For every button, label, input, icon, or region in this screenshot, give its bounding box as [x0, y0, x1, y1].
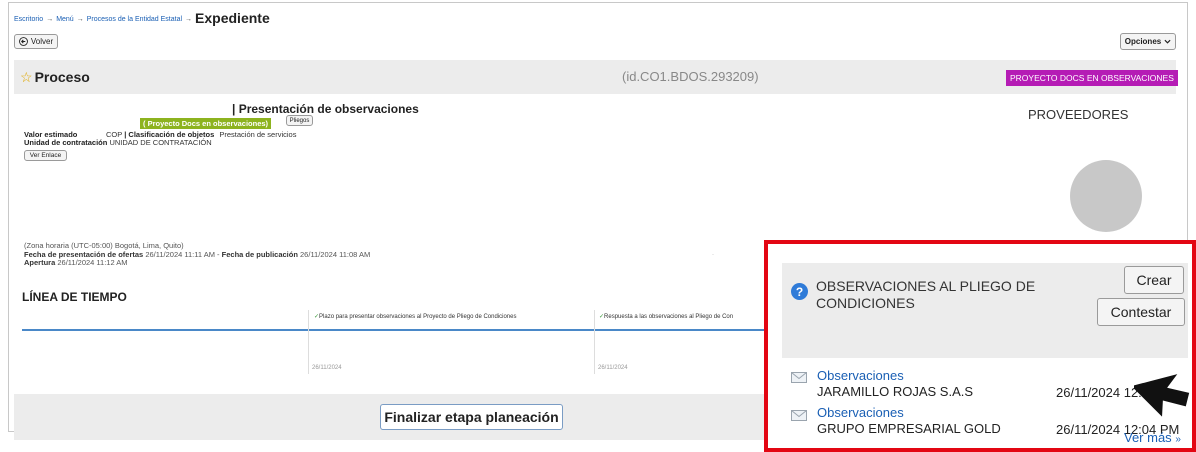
pointer-arrow-icon: [1134, 374, 1190, 417]
breadcrumb-separator: →: [185, 16, 193, 23]
observacion-link[interactable]: Observaciones: [817, 405, 904, 420]
star-icon[interactable]: ☆: [20, 69, 33, 85]
breadcrumb-separator: →: [76, 16, 84, 23]
chevron-down-icon: [1164, 39, 1171, 44]
unidad-label: Unidad de contratación: [24, 138, 108, 147]
apertura-label: Apertura: [24, 258, 56, 267]
proceso-id: (id.CO1.BDOS.293209): [622, 69, 759, 84]
fechas-separator: -: [217, 249, 220, 259]
breadcrumb-separator: →: [46, 16, 54, 23]
breadcrumb-escritorio[interactable]: Escritorio: [14, 16, 43, 23]
timeline-step-text: Respuesta a las observaciones al Pliego …: [604, 314, 734, 320]
volver-button[interactable]: Volver: [14, 34, 58, 49]
timeline-title: LÍNEA DE TIEMPO: [22, 290, 127, 304]
envelope-icon: [791, 410, 807, 421]
timeline-divider: [594, 310, 595, 374]
observacion-proveedor: JARAMILLO ROJAS S.A.S: [817, 384, 974, 399]
divider-dot: ·: [712, 252, 714, 258]
contestar-button[interactable]: Contestar: [1097, 298, 1185, 326]
ver-mas-arrow: »: [1175, 434, 1181, 445]
clasificacion-value: Prestación de servicios: [219, 130, 297, 139]
apertura-value: 26/11/2024 11:12 AM: [57, 258, 128, 267]
envelope-icon: [791, 372, 807, 383]
ver-mas-text: Ver más: [1124, 430, 1172, 445]
observacion-proveedor: GRUPO EMPRESARIAL GOLD: [817, 421, 1001, 436]
presentacion-title: | Presentación de observaciones: [232, 102, 419, 116]
opciones-label: Opciones: [1124, 37, 1162, 46]
crear-button[interactable]: Crear: [1124, 266, 1184, 294]
finalizar-etapa-button[interactable]: Finalizar etapa planeación: [380, 404, 563, 430]
timeline-divider: [308, 310, 309, 374]
ver-enlace-button[interactable]: Ver Enlace: [24, 150, 67, 161]
breadcrumb: Escritorio → Menú → Procesos de la Entidad E…: [14, 8, 270, 26]
observaciones-title: OBSERVACIONES AL PLIEGO DE CONDICIONES: [816, 278, 1036, 311]
timeline-step-date: 26/11/2024: [598, 365, 628, 371]
timeline-step-label: ✓Respuesta a las observaciones al Pliego…: [599, 313, 764, 320]
proveedores-heading: PROVEEDORES: [1028, 107, 1129, 122]
breadcrumb-menu[interactable]: Menú: [56, 16, 74, 23]
publicacion-value: 26/11/2024 11:08 AM: [300, 249, 371, 259]
proceso-title: ☆ Proceso: [20, 69, 90, 86]
back-arrow-icon: [18, 37, 28, 46]
date-block: (Zona horaria (UTC-05:00) Bogotá, Lima, …: [24, 241, 371, 268]
publicacion-label: Fecha de publicación: [221, 249, 298, 259]
pliegos-button[interactable]: Pliegos: [286, 115, 313, 126]
page-title: Expediente: [195, 10, 270, 26]
observacion-fecha: 26/11/2024 12:: [1056, 385, 1142, 400]
help-icon[interactable]: ?: [791, 283, 808, 300]
volver-label: Volver: [30, 37, 54, 46]
opciones-button[interactable]: Opciones: [1120, 33, 1176, 50]
presentacion-value: 26/11/2024 11:11 AM: [145, 249, 215, 259]
unidad-row: Unidad de contratación UNIDAD DE CONTRAT…: [24, 138, 212, 147]
timeline-step-date: 26/11/2024: [312, 365, 342, 371]
avatar: [1070, 160, 1142, 232]
observacion-link[interactable]: Observaciones: [817, 368, 904, 383]
timeline-line: [22, 329, 782, 331]
timeline-step-text: Plazo para presentar observaciones al Pr…: [319, 314, 517, 320]
breadcrumb-procesos[interactable]: Procesos de la Entidad Estatal: [87, 16, 182, 23]
proceso-title-text: Proceso: [34, 69, 90, 85]
proceso-header: [14, 60, 1176, 94]
estado-tag: ( Proyecto Docs en observaciones): [140, 118, 272, 129]
status-badge: PROYECTO DOCS EN OBSERVACIONES: [1006, 70, 1178, 86]
ver-mas-link[interactable]: Ver más »: [1124, 430, 1181, 445]
timeline-step-label: ✓Plazo para presentar observaciones al P…: [314, 313, 516, 320]
apertura-row: Apertura 26/11/2024 11:12 AM: [24, 258, 370, 268]
unidad-value: UNIDAD DE CONTRATACIÓN: [109, 138, 212, 147]
